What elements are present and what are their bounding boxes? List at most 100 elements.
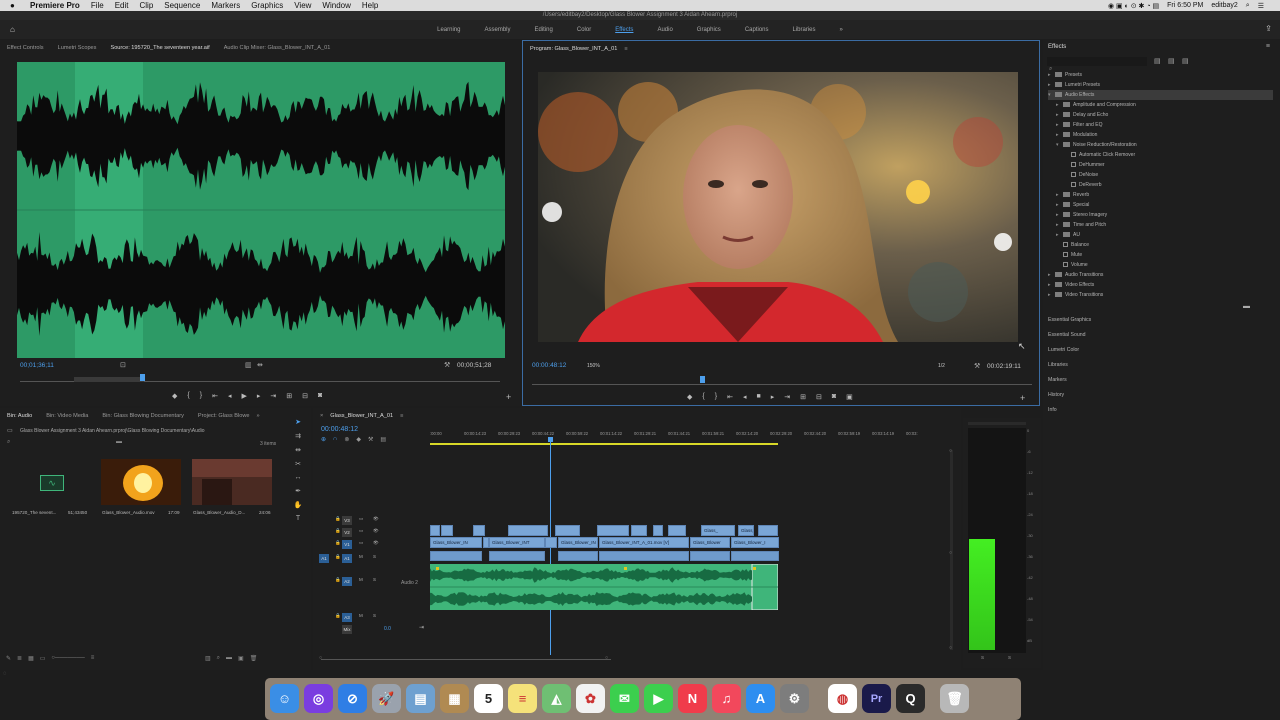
track-label[interactable]: A1 bbox=[342, 554, 352, 563]
dock-safari-icon[interactable]: ⊘ bbox=[338, 684, 367, 713]
export-frame-icon[interactable]: ◙ bbox=[832, 393, 836, 401]
extract-icon[interactable]: ⊟ bbox=[816, 393, 822, 401]
dock-calendar-icon[interactable]: 5 bbox=[474, 684, 503, 713]
collapsed-panel-libraries[interactable]: Libraries bbox=[1048, 362, 1068, 368]
disclosure-arrow-icon[interactable]: ▸ bbox=[1056, 110, 1063, 120]
menu-markers[interactable]: Markers bbox=[211, 1, 240, 10]
disclosure-arrow-icon[interactable]: ▸ bbox=[1056, 120, 1063, 130]
app-menu[interactable]: Premiere Pro bbox=[30, 1, 80, 10]
lock-icon[interactable]: 🔒 bbox=[335, 516, 341, 522]
disclosure-arrow-icon[interactable]: ▸ bbox=[1056, 130, 1063, 140]
dock-preview-icon[interactable]: ▤ bbox=[406, 684, 435, 713]
disclosure-arrow-icon[interactable]: ▾ bbox=[1056, 140, 1063, 150]
video-clip-v2[interactable] bbox=[473, 525, 485, 536]
workspace-audio[interactable]: Audio bbox=[645, 27, 684, 33]
workspace-learning[interactable]: Learning bbox=[425, 27, 472, 33]
disclosure-arrow-icon[interactable]: ▸ bbox=[1048, 290, 1055, 300]
type-tool-icon[interactable]: T bbox=[296, 515, 300, 522]
dock-app-store-icon[interactable]: A bbox=[746, 684, 775, 713]
dock-system-preferences-icon[interactable]: ⚙ bbox=[780, 684, 809, 713]
effects-tree-item[interactable]: ▸ Filter and EQ bbox=[1056, 120, 1273, 130]
track-header-v3[interactable]: V3 🔒 ▭ 👁 bbox=[313, 515, 425, 527]
menu-window[interactable]: Window bbox=[322, 1, 350, 10]
panel-menu-icon[interactable]: ≡ bbox=[624, 46, 627, 52]
video-clip-v2[interactable] bbox=[668, 525, 686, 536]
scroll-handle-bottom[interactable]: ○ bbox=[949, 645, 952, 651]
tab-source[interactable]: Source: 195720_The seventeen year.aif bbox=[103, 45, 216, 51]
track-header-v2[interactable]: V2 🔒 ▭ 👁 bbox=[313, 527, 425, 539]
sync-lock-icon[interactable]: ▭ bbox=[359, 516, 363, 522]
add-marker-icon[interactable]: ◆ bbox=[687, 393, 692, 401]
source-timecode[interactable]: 00;01;36;11 bbox=[20, 362, 54, 369]
program-timecode[interactable]: 00:00:48:12 bbox=[532, 362, 566, 369]
effects-tree-item[interactable]: ▸ Presets bbox=[1048, 70, 1273, 80]
workspace-assembly[interactable]: Assembly bbox=[472, 27, 522, 33]
go-to-in-icon[interactable]: ⇤ bbox=[212, 392, 218, 400]
playhead-handle[interactable] bbox=[548, 437, 553, 442]
video-clip-v1[interactable]: Glass_Blower_IN bbox=[558, 537, 598, 548]
tab-sequence[interactable]: Glass_Blower_INT_A_01 bbox=[330, 413, 400, 419]
workspace-editing[interactable]: Editing bbox=[523, 27, 565, 33]
linked-selection-icon[interactable]: ⊗ bbox=[344, 436, 349, 443]
tab-effect-controls[interactable]: Effect Controls bbox=[0, 45, 51, 51]
step-back-icon[interactable]: ◂ bbox=[228, 392, 232, 400]
track-label[interactable]: A2 bbox=[342, 577, 352, 586]
effects-tree-item[interactable]: ▸ Stereo Imagery bbox=[1056, 210, 1273, 220]
audio-clip-a1-linked[interactable] bbox=[731, 551, 779, 561]
disclosure-arrow-icon[interactable]: ▸ bbox=[1056, 230, 1063, 240]
go-to-out-icon[interactable]: ⇥ bbox=[270, 392, 276, 400]
more-workspaces-icon[interactable]: » bbox=[828, 27, 855, 33]
captions-icon[interactable]: ▤ bbox=[380, 436, 386, 443]
home-icon[interactable]: ⌂ bbox=[10, 25, 15, 34]
automate-icon[interactable]: ▥ bbox=[205, 655, 211, 662]
track-label[interactable]: Mix bbox=[342, 625, 352, 634]
new-item-icon[interactable]: ▣ bbox=[238, 655, 244, 662]
disclosure-arrow-icon[interactable]: ▸ bbox=[1056, 200, 1063, 210]
program-playhead[interactable] bbox=[700, 376, 705, 383]
menubar-clock[interactable]: Fri 6:50 PM bbox=[1167, 2, 1203, 9]
video-clip-v2[interactable] bbox=[758, 525, 778, 536]
video-clip-v2[interactable] bbox=[508, 525, 548, 536]
meter-channel-right[interactable]: S bbox=[1008, 655, 1011, 660]
track-header-a1[interactable]: A1 A1 🔒 M S bbox=[313, 553, 425, 565]
slip-tool-icon[interactable]: ↔ bbox=[295, 474, 302, 481]
step-forward-icon[interactable]: ▸ bbox=[257, 392, 261, 400]
program-video-frame[interactable] bbox=[538, 72, 1018, 342]
tab-audio-clip-mixer[interactable]: Audio Clip Mixer: Glass_Blower_INT_A_01 bbox=[217, 45, 338, 51]
lock-icon[interactable]: 🔒 bbox=[335, 577, 341, 583]
workspace-effects[interactable]: Effects bbox=[603, 27, 645, 33]
video-clip-v1[interactable] bbox=[545, 537, 557, 548]
lock-icon[interactable]: 🔒 bbox=[335, 554, 341, 560]
menu-graphics[interactable]: Graphics bbox=[251, 1, 283, 10]
project-item-glass-blower-audio[interactable]: Glass_Blower_Audio.mov 17:09 bbox=[101, 459, 184, 519]
accelerated-effects-icon[interactable]: ▤ bbox=[1154, 57, 1161, 65]
work-area-bar[interactable] bbox=[430, 443, 778, 445]
effects-tree-item[interactable]: ▸ Delay and Echo bbox=[1056, 110, 1273, 120]
effects-tree-item[interactable]: Volume bbox=[1056, 260, 1273, 270]
insert-marker-icon[interactable]: ⊡ bbox=[120, 361, 126, 369]
effects-tree-item[interactable]: DeReverb bbox=[1064, 180, 1273, 190]
effects-tree-item[interactable]: ▸ Modulation bbox=[1056, 130, 1273, 140]
effects-tree-item[interactable]: ▸ Amplitude and Compression bbox=[1056, 100, 1273, 110]
source-waveform[interactable] bbox=[17, 62, 505, 358]
effects-tree-item[interactable]: ▾ Audio Effects bbox=[1048, 90, 1273, 100]
search-icon[interactable]: ⌕ bbox=[7, 439, 10, 446]
disclosure-arrow-icon[interactable]: ▸ bbox=[1048, 80, 1055, 90]
overwrite-icon[interactable]: ⊟ bbox=[302, 392, 308, 400]
resolution-select[interactable]: 1/2 bbox=[938, 363, 945, 369]
menubar-user[interactable]: editbay2 bbox=[1211, 2, 1237, 9]
ripple-edit-tool-icon[interactable]: ⇹ bbox=[295, 446, 301, 454]
freeform-view-icon[interactable]: ▭ bbox=[40, 655, 46, 662]
audio-clip-a1-linked[interactable] bbox=[489, 551, 545, 561]
collapsed-panel-info[interactable]: Info bbox=[1048, 407, 1057, 413]
workspace-captions[interactable]: Captions bbox=[733, 27, 781, 33]
source-zoom-bar[interactable] bbox=[74, 377, 144, 382]
control-center-icon[interactable]: ☰ bbox=[1258, 2, 1264, 10]
go-to-out-icon[interactable]: ⇥ bbox=[784, 393, 790, 401]
list-view-icon[interactable]: ≣ bbox=[17, 655, 22, 662]
scroll-handle-mid[interactable]: ○ bbox=[949, 550, 952, 556]
step-forward-icon[interactable]: ▸ bbox=[771, 393, 775, 401]
source-add-button-icon[interactable]: + bbox=[506, 392, 511, 402]
mix-value[interactable]: 0.0 bbox=[384, 626, 391, 632]
tab-program[interactable]: Program: Glass_Blower_INT_A_01 bbox=[523, 46, 624, 52]
